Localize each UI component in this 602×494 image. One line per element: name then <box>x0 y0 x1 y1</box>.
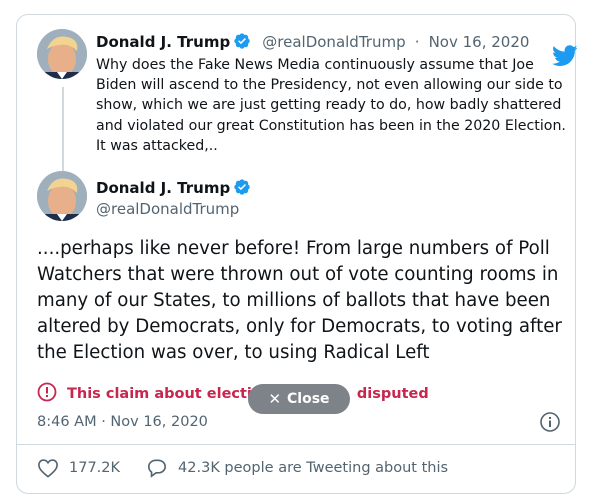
verified-badge-icon <box>234 33 250 49</box>
parent-tweet-text: Why does the Fake News Media continuousl… <box>96 57 566 154</box>
tweet-card: Donald J. Trump @realDonaldTrump · Nov 1… <box>16 14 578 494</box>
parent-tweet-header: Donald J. Trump @realDonaldTrump · Nov 1… <box>96 32 529 51</box>
verified-badge-icon <box>234 179 250 195</box>
avatar[interactable] <box>37 171 87 221</box>
close-button[interactable]: ✕ Close <box>248 384 350 414</box>
info-icon[interactable] <box>539 411 561 433</box>
divider <box>17 444 575 445</box>
like-button[interactable]: 177.2K <box>37 458 120 478</box>
conversation-button[interactable]: 42.3K people are Tweeting about this <box>146 458 448 478</box>
separator-dot: · <box>414 33 420 51</box>
main-tweet-header: Donald J. Trump <box>96 178 251 197</box>
thread-line <box>62 87 64 177</box>
author-handle[interactable]: @realDonaldTrump <box>262 33 405 51</box>
close-button-label: Close <box>287 391 330 407</box>
author-name[interactable]: Donald J. Trump <box>96 33 230 51</box>
alert-circle-icon <box>37 382 57 402</box>
main-tweet-text: ....perhaps like never before! From larg… <box>37 238 562 363</box>
heart-icon <box>38 459 58 478</box>
speech-bubble-icon <box>148 459 167 478</box>
conversation-count: 42.3K people are Tweeting about this <box>178 460 449 476</box>
tweet-timestamp[interactable]: 8:46 AM · Nov 16, 2020 <box>37 414 208 430</box>
author-handle[interactable]: @realDonaldTrump <box>96 200 239 218</box>
tweet-date[interactable]: Nov 16, 2020 <box>429 33 530 51</box>
dispute-text-start: This claim about electi <box>67 386 252 402</box>
author-name[interactable]: Donald J. Trump <box>96 179 230 197</box>
avatar[interactable] <box>37 29 87 79</box>
dispute-text-end: disputed <box>356 386 429 402</box>
like-count: 177.2K <box>69 460 121 476</box>
disputed-claim-label[interactable]: This claim about electi disputed <box>37 382 429 402</box>
tweet-actions: 177.2K 42.3K people are Tweeting about t… <box>37 458 474 478</box>
close-x-icon: ✕ <box>268 390 282 408</box>
